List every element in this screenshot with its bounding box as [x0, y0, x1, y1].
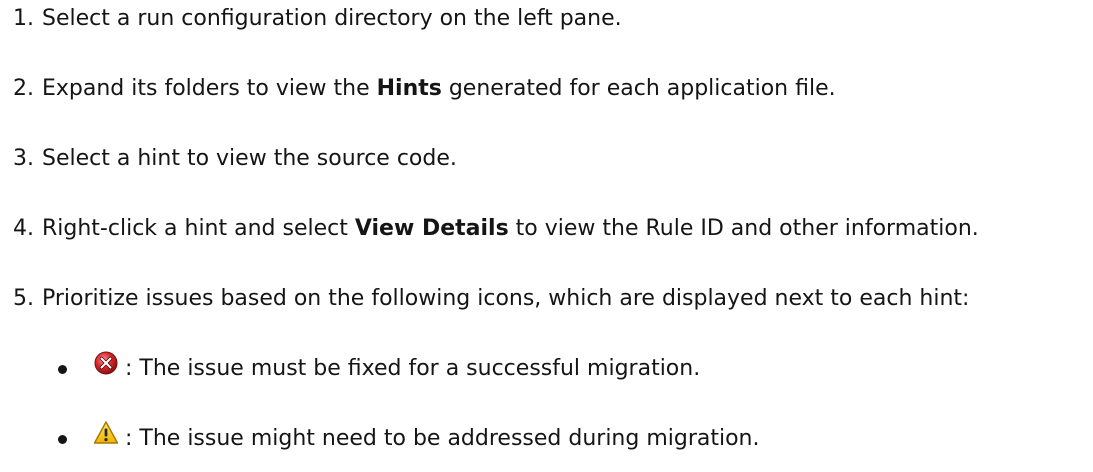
warning-icon — [93, 420, 119, 446]
step-1: 1. Select a run configuration directory o… — [0, 4, 622, 34]
step-number: 3. — [13, 146, 34, 171]
bullet-error: : The issue must be fixed for a successf… — [0, 351, 701, 384]
step-text: Select a run configuration directory on … — [42, 6, 622, 31]
step-text: Prioritize issues based on the following… — [42, 286, 970, 311]
step-text: Expand its folders to view the — [42, 76, 377, 101]
step-4: 4. Right-click a hint and select View Det… — [0, 214, 979, 244]
step-3: 3. Select a hint to view the source code. — [0, 144, 457, 174]
step-text: Select a hint to view the source code. — [42, 146, 457, 171]
step-text-cont: generated for each application file. — [441, 76, 836, 101]
step-2: 2. Expand its folders to view the Hints g… — [0, 74, 836, 104]
step-5: 5. Prioritize issues based on the followi… — [0, 284, 969, 314]
bullet-dot — [58, 364, 67, 374]
step-number: 4. — [13, 216, 34, 241]
step-number: 5. — [13, 286, 34, 311]
bullet-warning: : The issue might need to be addressed d… — [0, 421, 760, 454]
ui-term-hints: Hints — [376, 76, 442, 101]
step-number: 2. — [13, 76, 34, 101]
bullet-dot — [58, 434, 67, 444]
bullet-text: : The issue might need to be addressed d… — [125, 426, 760, 451]
error-icon — [93, 350, 119, 376]
step-text: Right-click a hint and select — [42, 216, 355, 241]
step-text-cont: to view the Rule ID and other informatio… — [508, 216, 979, 241]
step-number: 1. — [13, 6, 34, 31]
bullet-text: : The issue must be fixed for a successf… — [125, 356, 701, 381]
ui-term-view-details: View Details — [354, 216, 509, 241]
